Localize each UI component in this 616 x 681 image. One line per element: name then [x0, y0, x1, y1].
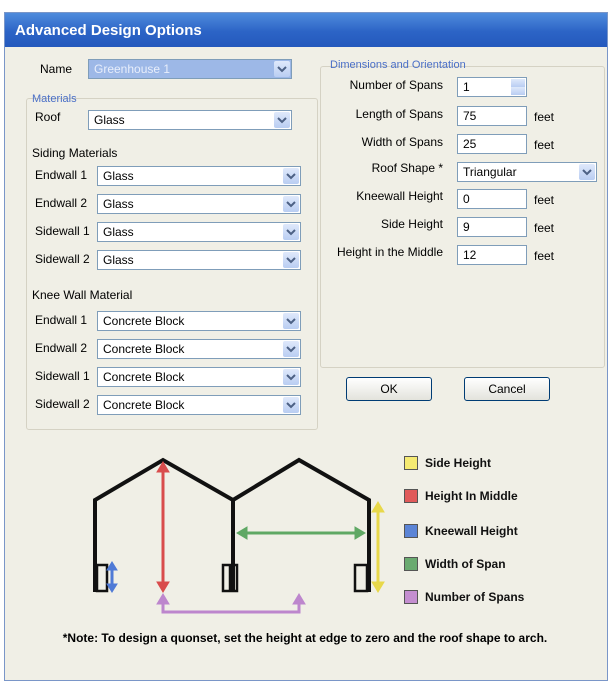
spans-stepper[interactable]: 1 — [457, 77, 527, 97]
width-value: 25 — [463, 137, 477, 151]
legend-label-kneewall-height: Kneewall Height — [425, 524, 518, 538]
spans-value: 1 — [463, 80, 470, 94]
side-height-unit: feet — [534, 221, 555, 235]
width-label: Width of Spans — [361, 135, 443, 149]
chevron-down-icon[interactable] — [283, 252, 299, 268]
chevron-down-icon[interactable] — [283, 168, 299, 184]
knee-sidewall2-combo[interactable]: Concrete Block — [97, 395, 301, 415]
kneewall-height-input[interactable]: 0 — [457, 189, 527, 209]
siding-sidewall1-combo[interactable]: Glass — [97, 222, 301, 242]
legend-label-width-span: Width of Span — [425, 557, 506, 571]
name-value: Greenhouse 1 — [94, 62, 171, 76]
knee-endwall1-combo[interactable]: Concrete Block — [97, 311, 301, 331]
length-unit: feet — [534, 110, 555, 124]
knee-endwall1-value: Concrete Block — [103, 314, 185, 328]
quonset-note: *Note: To design a quonset, set the heig… — [62, 631, 548, 645]
side-height-label: Side Height — [380, 217, 443, 231]
side-height-value: 9 — [463, 220, 470, 234]
siding-endwall1-value: Glass — [103, 169, 134, 183]
siding-sidewall2-combo[interactable]: Glass — [97, 250, 301, 270]
siding-sidewall1-label: Sidewall 1 — [35, 224, 90, 238]
siding-endwall2-value: Glass — [103, 197, 134, 211]
roof-label: Roof — [35, 110, 61, 124]
side-height-input[interactable]: 9 — [457, 217, 527, 237]
legend-swatch-kneewall-height — [404, 524, 418, 538]
chevron-down-icon[interactable] — [283, 369, 299, 385]
siding-materials-heading: Siding Materials — [32, 146, 118, 160]
number-of-spans-arrow — [156, 593, 306, 614]
width-input[interactable]: 25 — [457, 134, 527, 154]
width-of-span-arrow — [236, 526, 366, 540]
middle-height-label: Height in the Middle — [336, 245, 443, 259]
roof-shape-label: Roof Shape * — [371, 161, 443, 175]
siding-endwall1-combo[interactable]: Glass — [97, 166, 301, 186]
width-unit: feet — [534, 138, 555, 152]
chevron-down-icon[interactable] — [283, 313, 299, 329]
knee-sidewall2-value: Concrete Block — [103, 398, 185, 412]
legend-swatch-height-middle — [404, 489, 418, 503]
roof-material-combo[interactable]: Glass — [88, 110, 292, 130]
chevron-down-icon[interactable] — [283, 224, 299, 240]
kneewall-height-arrow — [106, 561, 118, 593]
middle-height-arrow — [156, 461, 170, 593]
chevron-down-icon[interactable] — [283, 341, 299, 357]
knee-wall-heading: Knee Wall Material — [32, 288, 133, 302]
kneewall-height-label: Kneewall Height — [356, 189, 443, 203]
length-label: Length of Spans — [355, 107, 443, 121]
legend-label-number-spans: Number of Spans — [425, 590, 525, 604]
kneewall-height-value: 0 — [463, 192, 470, 206]
knee-sidewall1-value: Concrete Block — [103, 370, 185, 384]
middle-height-unit: feet — [534, 249, 555, 263]
knee-sidewall1-combo[interactable]: Concrete Block — [97, 367, 301, 387]
chevron-down-icon[interactable] — [283, 397, 299, 413]
knee-endwall2-value: Concrete Block — [103, 342, 185, 356]
legend-label-side-height: Side Height — [425, 456, 492, 470]
knee-sidewall1-label: Sidewall 1 — [35, 369, 90, 383]
siding-endwall2-combo[interactable]: Glass — [97, 194, 301, 214]
side-height-arrow — [371, 501, 385, 593]
siding-sidewall2-value: Glass — [103, 253, 134, 267]
siding-endwall2-label: Endwall 2 — [35, 196, 88, 210]
title-bar[interactable]: Advanced Design Options — [5, 13, 607, 47]
chevron-down-icon[interactable] — [579, 164, 595, 180]
greenhouse-diagram — [93, 457, 385, 614]
length-value: 75 — [463, 109, 477, 123]
middle-height-value: 12 — [463, 248, 477, 262]
spin-buttons[interactable] — [511, 79, 525, 95]
knee-endwall2-label: Endwall 2 — [35, 341, 88, 355]
dimensions-section-label: Dimensions and Orientation — [330, 59, 466, 71]
length-input[interactable]: 75 — [457, 106, 527, 126]
siding-sidewall2-label: Sidewall 2 — [35, 252, 90, 266]
name-label: Name — [40, 62, 73, 76]
knee-endwall1-label: Endwall 1 — [35, 313, 88, 327]
name-combo[interactable]: Greenhouse 1 — [88, 59, 292, 79]
roof-material-value: Glass — [94, 113, 125, 127]
spin-down-icon[interactable] — [511, 87, 525, 95]
chevron-down-icon[interactable] — [274, 61, 290, 77]
knee-sidewall2-label: Sidewall 2 — [35, 397, 90, 411]
legend-swatch-number-spans — [404, 590, 418, 604]
cancel-button[interactable]: Cancel — [464, 377, 550, 401]
legend-swatch-side-height — [404, 456, 418, 470]
middle-height-input[interactable]: 12 — [457, 245, 527, 265]
kneewall-height-unit: feet — [534, 193, 555, 207]
window-title: Advanced Design Options — [15, 22, 202, 39]
siding-sidewall1-value: Glass — [103, 225, 134, 239]
materials-section-label: Materials — [32, 93, 77, 105]
spin-up-icon[interactable] — [511, 79, 525, 87]
chevron-down-icon[interactable] — [283, 196, 299, 212]
siding-endwall1-label: Endwall 1 — [35, 168, 88, 182]
legend-swatch-width-span — [404, 557, 418, 571]
roof-shape-value: Triangular — [463, 165, 517, 179]
ok-button[interactable]: OK — [346, 377, 432, 401]
spans-label: Number of Spans — [349, 78, 443, 92]
knee-endwall2-combo[interactable]: Concrete Block — [97, 339, 301, 359]
legend-label-height-middle: Height In Middle — [425, 489, 518, 503]
roof-shape-combo[interactable]: Triangular — [457, 162, 597, 182]
chevron-down-icon[interactable] — [274, 112, 290, 128]
